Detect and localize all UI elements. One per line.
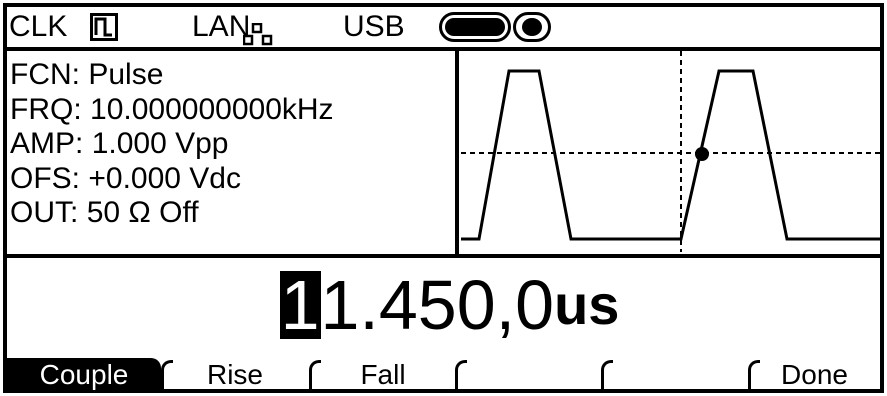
params-wave-divider [455,47,459,256]
softkey-bar: Couple Rise Fall Done [7,358,881,390]
pulse-trace [461,69,881,241]
entry-unit: us [554,273,620,336]
waveform-preview [461,51,881,252]
param-row-ofs: OFS: +0.000 Vdc [10,161,241,195]
clk-label: CLK [9,10,68,43]
softkey-couple[interactable]: Couple [7,358,161,390]
square-pulse-icon [90,13,118,41]
parameter-list: FCN: Pulse FRQ: 10.000000000kHz AMP: 1.0… [10,58,450,231]
usb-connected-icon [439,12,511,42]
status-bar: CLK LAN USB [7,7,881,47]
param-row-out: OUT: 50 Ω Off [10,196,199,229]
entry-digits: 1.450,0 [320,266,555,344]
value-entry[interactable]: 1 1.450,0 us [0,256,887,354]
softkey-rise[interactable]: Rise [165,358,305,390]
param-row-fcn: FCN: Pulse [10,58,164,91]
usb-status-dot-icon [513,12,551,42]
generator-display: CLK LAN USB FCN: Pulse FRQ: 10.000000000… [0,0,887,396]
param-row-frq: FRQ: 10.000000000kHz [10,92,334,126]
softkey-blank-4[interactable] [459,358,599,390]
pulse-waveform-plot [461,51,881,252]
softkey-done[interactable]: Done [752,358,877,390]
lan-label: LAN [192,10,251,43]
edit-cursor-digit[interactable]: 1 [279,270,321,340]
network-nodes-icon [242,22,273,47]
softkey-blank-5[interactable] [605,358,745,390]
param-row-amp: AMP: 1.000 Vpp [10,127,229,160]
softkey-fall[interactable]: Fall [313,358,453,390]
usb-label: USB [343,10,405,43]
marker-dot [695,147,709,161]
